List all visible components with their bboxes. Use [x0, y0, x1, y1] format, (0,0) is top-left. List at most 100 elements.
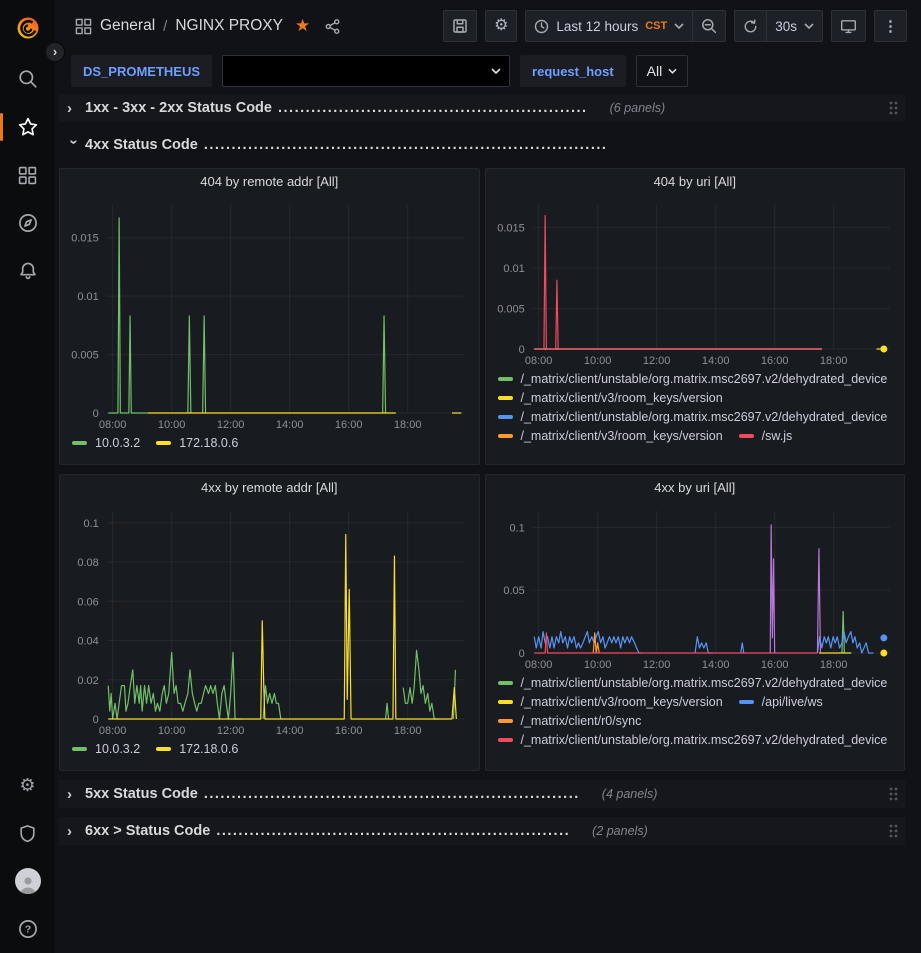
favorite-star-icon[interactable]: ★: [295, 16, 310, 36]
help-icon: ?: [18, 919, 38, 939]
legend-item[interactable]: 10.0.3.2: [72, 436, 140, 450]
legend-label: /_matrix/client/unstable/org.matrix.msc2…: [521, 676, 888, 690]
row-header-4xx[interactable]: › 4xx Status Code ......................…: [59, 131, 905, 159]
sidebar-item-alerting[interactable]: [0, 247, 55, 295]
time-range-label: Last 12 hours: [556, 19, 638, 34]
legend-label: /_matrix/client/v3/room_keys/version: [521, 391, 723, 405]
legend-item[interactable]: /_matrix/client/v3/room_keys/version: [498, 391, 723, 405]
search-icon: [18, 69, 38, 89]
timeseries-chart[interactable]: 08:0010:0012:0014:0016:0018:0000.050.1: [486, 501, 905, 673]
chart-legend: 10.0.3.2 172.18.0.6: [60, 739, 479, 770]
sidebar-item-explore[interactable]: [0, 199, 55, 247]
svg-text:08:00: 08:00: [99, 725, 127, 737]
panel-title[interactable]: 4xx by remote addr [All]: [60, 475, 479, 501]
breadcrumb-dashboard-title[interactable]: NGINX PROXY: [175, 17, 283, 35]
tv-mode-button[interactable]: [831, 10, 866, 42]
panel-title[interactable]: 404 by uri [All]: [486, 169, 905, 195]
svg-text:08:00: 08:00: [524, 659, 552, 671]
row-header-6xx[interactable]: › 6xx > Status Code ....................…: [59, 817, 905, 845]
sidebar-expand-button[interactable]: ›: [44, 41, 66, 63]
legend-item[interactable]: 172.18.0.6: [156, 742, 238, 756]
legend-label: /_matrix/client/r0/sync: [521, 714, 642, 728]
avatar: [15, 868, 41, 894]
sidebar-item-profile[interactable]: [0, 857, 55, 905]
refresh-interval-button[interactable]: 30s: [766, 10, 823, 42]
row-drag-handle-icon[interactable]: [887, 785, 899, 803]
legend-item[interactable]: /_matrix/client/v3/room_keys/version: [498, 429, 723, 443]
sidebar-item-search[interactable]: [0, 55, 55, 103]
zoom-out-icon: [701, 18, 717, 34]
legend-swatch: [739, 434, 754, 438]
shield-icon: [18, 824, 37, 843]
panel-title[interactable]: 4xx by uri [All]: [486, 475, 905, 501]
chevron-right-icon: ›: [67, 786, 81, 803]
row-title-dots: ........................................…: [204, 137, 608, 153]
row-header-5xx[interactable]: › 5xx Status Code ......................…: [59, 780, 905, 808]
dashboard-canvas: › 1xx - 3xx - 2xx Status Code ..........…: [55, 90, 921, 953]
legend-label: 10.0.3.2: [95, 436, 140, 450]
variable-label-ds-prometheus: DS_PROMETHEUS: [71, 55, 212, 87]
legend-item[interactable]: /_matrix/client/unstable/org.matrix.msc2…: [498, 372, 888, 386]
bell-icon: [18, 261, 38, 281]
sidebar-item-configuration[interactable]: ⚙: [0, 761, 55, 809]
timeseries-chart[interactable]: 08:0010:0012:0014:0016:0018:0000.0050.01…: [60, 195, 479, 433]
more-options-button[interactable]: ⋮: [874, 10, 907, 42]
legend-item[interactable]: /_matrix/client/unstable/org.matrix.msc2…: [498, 410, 888, 424]
svg-text:12:00: 12:00: [217, 725, 245, 737]
variable-select-request-host[interactable]: All: [636, 55, 689, 87]
refresh-icon: [743, 19, 758, 34]
svg-text:18:00: 18:00: [394, 419, 422, 431]
svg-text:0: 0: [518, 648, 524, 660]
legend-swatch: [72, 747, 87, 751]
share-icon[interactable]: [324, 18, 341, 35]
svg-text:16:00: 16:00: [335, 725, 363, 737]
timezone-label: CST: [645, 20, 667, 32]
legend-label: /api/live/ws: [762, 695, 823, 709]
legend-item[interactable]: /_matrix/client/unstable/org.matrix.msc2…: [498, 733, 888, 747]
legend-swatch: [72, 441, 87, 445]
panel-title[interactable]: 404 by remote addr [All]: [60, 169, 479, 195]
save-dashboard-button[interactable]: [443, 10, 477, 42]
svg-text:0.06: 0.06: [77, 596, 98, 608]
legend-swatch: [498, 377, 513, 381]
chart-legend: 10.0.3.2 172.18.0.6: [60, 433, 479, 464]
dashboard-settings-button[interactable]: ⚙: [485, 10, 517, 42]
variables-row: DS_PROMETHEUS request_host All: [55, 52, 921, 90]
breadcrumb-folder[interactable]: General: [100, 17, 155, 35]
panel-4xx-by-uri: 4xx by uri [All] 08:0010:0012:0014:0016:…: [485, 474, 906, 771]
time-range-button[interactable]: Last 12 hours CST: [525, 10, 692, 42]
legend-item[interactable]: 10.0.3.2: [72, 742, 140, 756]
variable-select-ds-prometheus[interactable]: [222, 55, 510, 87]
svg-text:16:00: 16:00: [760, 659, 788, 671]
timeseries-chart[interactable]: 08:0010:0012:0014:0016:0018:0000.020.040…: [60, 501, 479, 739]
zoom-out-time-button[interactable]: [692, 10, 726, 42]
legend-swatch: [498, 700, 513, 704]
row-header-1xx-3xx-2xx[interactable]: › 1xx - 3xx - 2xx Status Code ..........…: [59, 94, 905, 122]
row-panel-count: (6 panels): [610, 101, 666, 115]
refresh-button[interactable]: [734, 10, 766, 42]
chevron-right-icon: ›: [67, 823, 81, 840]
time-picker-group: Last 12 hours CST: [525, 10, 726, 42]
legend-item[interactable]: /sw.js: [739, 429, 793, 443]
panel-404-by-uri: 404 by uri [All] 08:0010:0012:0014:0016:…: [485, 168, 906, 465]
legend-item[interactable]: /_matrix/client/unstable/org.matrix.msc2…: [498, 676, 888, 690]
legend-label: /_matrix/client/unstable/org.matrix.msc2…: [521, 372, 888, 386]
svg-text:?: ?: [24, 924, 30, 936]
panel-grid-row-2: 4xx by remote addr [All] 08:0010:0012:00…: [59, 474, 905, 771]
row-drag-handle-icon[interactable]: [887, 822, 899, 840]
sidebar-item-server-admin[interactable]: [0, 809, 55, 857]
legend-item[interactable]: 172.18.0.6: [156, 436, 238, 450]
legend-item[interactable]: /_matrix/client/r0/sync: [498, 714, 642, 728]
svg-text:14:00: 14:00: [701, 355, 729, 367]
timeseries-chart[interactable]: 08:0010:0012:0014:0016:0018:0000.0050.01…: [486, 195, 905, 369]
sidebar-item-help[interactable]: ?: [0, 905, 55, 953]
row-drag-handle-icon[interactable]: [887, 99, 899, 117]
row-title-dots: ........................................…: [216, 823, 570, 839]
sidebar-item-dashboards[interactable]: [0, 151, 55, 199]
legend-label: /_matrix/client/v3/room_keys/version: [521, 695, 723, 709]
star-icon: [18, 117, 38, 137]
legend-item[interactable]: /_matrix/client/v3/room_keys/version: [498, 695, 723, 709]
legend-item[interactable]: /api/live/ws: [739, 695, 823, 709]
refresh-group: 30s: [734, 10, 823, 42]
sidebar-item-starred[interactable]: [0, 103, 55, 151]
